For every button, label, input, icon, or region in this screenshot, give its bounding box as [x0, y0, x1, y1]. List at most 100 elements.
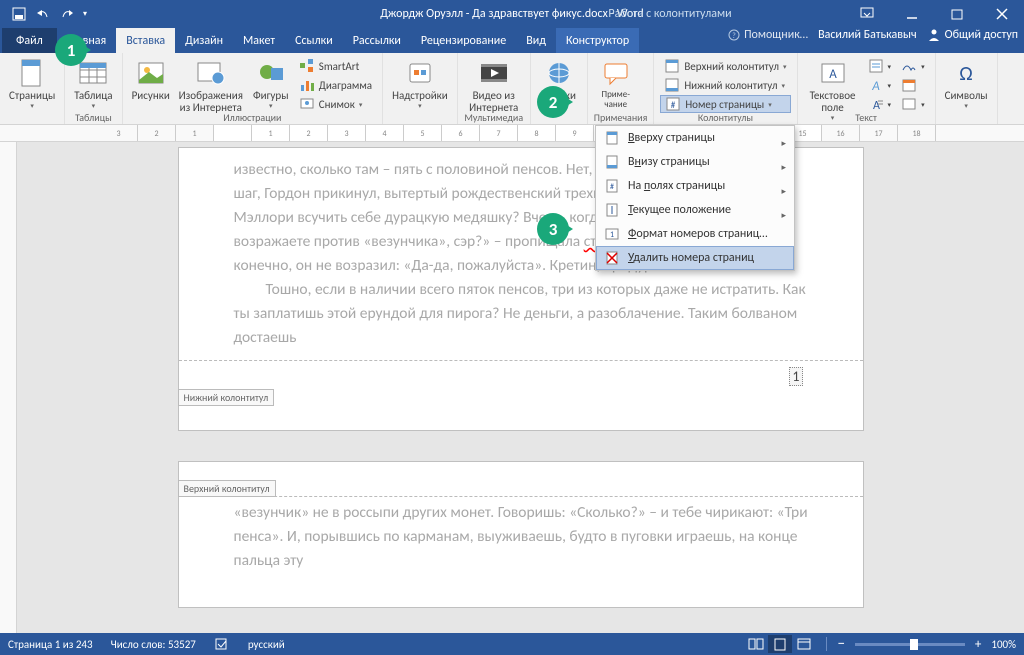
contextual-tab-label: Работа с колонтитулами [570, 7, 770, 21]
tab-layout[interactable]: Макет [233, 28, 285, 53]
zoom-out-icon[interactable]: − [837, 635, 844, 653]
header-area[interactable]: Верхний колонтитул [179, 462, 863, 497]
ruler-horizontal[interactable]: 321123456789101112131415161718 [0, 125, 1024, 142]
object-icon [901, 96, 917, 112]
format-icon: 1 [604, 226, 620, 242]
callout-2: 2 [537, 86, 569, 118]
comment-icon [600, 57, 632, 89]
document-area[interactable]: известно, сколько там – пять с половиной… [17, 142, 1024, 638]
screenshot-icon [299, 96, 315, 112]
menu-current-position[interactable]: Текущее положение [596, 198, 794, 222]
wordart-button[interactable]: A▾ [864, 76, 896, 94]
tab-mailings[interactable]: Рассылки [343, 28, 411, 53]
wordart-icon: A [868, 77, 884, 93]
tab-review[interactable]: Рецензирование [411, 28, 516, 53]
view-buttons [744, 635, 816, 653]
svg-text:1: 1 [610, 230, 614, 240]
zoom-level[interactable]: 100% [991, 638, 1016, 651]
footer-area[interactable]: Нижний колонтитул 1 [179, 360, 863, 405]
svg-text:Ω: Ω [959, 62, 972, 86]
callout-1: 1 [55, 34, 87, 66]
user-name[interactable]: Василий Батькавыч [818, 28, 917, 42]
maximize-icon[interactable] [934, 0, 979, 28]
symbols-button[interactable]: Ω Символы [942, 55, 991, 112]
close-icon[interactable] [979, 0, 1024, 28]
status-words[interactable]: Число слов: 53527 [111, 638, 196, 651]
links-icon [543, 57, 575, 89]
redo-icon[interactable] [60, 7, 74, 21]
tab-constructor[interactable]: Конструктор [556, 28, 639, 53]
status-page[interactable]: Страница 1 из 243 [8, 638, 93, 651]
tab-design[interactable]: Дизайн [175, 28, 233, 53]
status-language[interactable]: русский [248, 638, 285, 651]
addins-icon [404, 57, 436, 89]
shapes-button[interactable]: Фигуры [249, 55, 293, 112]
tab-insert[interactable]: Вставка [116, 28, 175, 53]
pictures-button[interactable]: Рисунки [129, 55, 173, 104]
page-number-icon: # [665, 96, 681, 112]
group-comments-label: Примечания [594, 111, 648, 125]
signature-button[interactable]: ▾ [897, 57, 929, 75]
view-print-icon[interactable] [768, 635, 792, 653]
share-button[interactable]: Общий доступ [927, 28, 1018, 42]
document-text-2[interactable]: «везунчик» не в россыпи других монет. Го… [179, 497, 863, 583]
smartart-button[interactable]: SmartArt [295, 57, 376, 75]
symbols-icon: Ω [950, 57, 982, 89]
comment-button[interactable]: ПримечаниеПриме-чание [594, 55, 638, 112]
datetime-button[interactable] [897, 76, 929, 94]
addins-button[interactable]: Надстройки [389, 55, 451, 112]
minimize-icon[interactable] [889, 0, 934, 28]
view-read-icon[interactable] [744, 635, 768, 653]
svg-text:?: ? [732, 31, 736, 41]
footer-button[interactable]: Нижний колонтитул ▾ [660, 76, 790, 94]
shapes-icon [255, 57, 287, 89]
chart-button[interactable]: Диаграмма [295, 76, 376, 94]
header-label: Верхний колонтитул [178, 480, 276, 497]
quick-parts-icon [868, 58, 884, 74]
tab-file[interactable]: Файл [2, 28, 57, 53]
footer-label: Нижний колонтитул [178, 389, 275, 406]
header-button[interactable]: Верхний колонтитул ▾ [660, 57, 790, 75]
ribbon: Страницы Таблица Таблицы Рисунки Изображ… [0, 53, 1024, 125]
ruler-vertical[interactable] [0, 142, 17, 638]
quick-parts-button[interactable]: ▾ [864, 57, 896, 75]
textbox-icon: A [817, 57, 849, 89]
save-icon[interactable] [12, 7, 26, 21]
tab-view[interactable]: Вид [516, 28, 556, 53]
group-pages: Страницы [0, 53, 65, 124]
page-number-field[interactable]: 1 [789, 367, 802, 386]
undo-icon[interactable] [35, 7, 51, 21]
quick-access-toolbar: ▾ [0, 7, 87, 21]
tell-me[interactable]: ?Помощник… [728, 28, 808, 42]
menu-top-of-page[interactable]: Вверху страницы [596, 126, 794, 150]
smartart-icon [299, 58, 315, 74]
zoom-slider[interactable] [855, 643, 965, 646]
page-number-dropdown: Вверху страницы Внизу страницы #На полях… [595, 125, 795, 271]
view-web-icon[interactable] [792, 635, 816, 653]
signature-icon [901, 58, 917, 74]
menu-remove-numbers[interactable]: Удалить номера страниц [596, 246, 794, 270]
svg-text:#: # [671, 100, 676, 111]
menu-page-margins[interactable]: #На полях страницы [596, 174, 794, 198]
group-media: Видео из Интернета Мультимедиа [458, 53, 531, 124]
ribbon-options-icon[interactable] [844, 0, 889, 28]
page-2: Верхний колонтитул «везунчик» не в россы… [178, 461, 864, 608]
online-pictures-icon [195, 57, 227, 89]
dropcap-icon: A [868, 96, 884, 112]
group-media-label: Мультимедиа [464, 111, 524, 125]
menu-format-numbers[interactable]: 1Формат номеров страниц… [596, 222, 794, 246]
remove-icon [604, 250, 620, 266]
pages-button[interactable]: Страницы [6, 55, 58, 112]
qat-dropdown-icon[interactable]: ▾ [83, 9, 87, 19]
zoom-in-icon[interactable]: + [975, 637, 981, 652]
group-tables-label: Таблицы [71, 111, 115, 125]
tab-references[interactable]: Ссылки [285, 28, 343, 53]
current-position-icon [604, 202, 620, 218]
menu-bottom-of-page[interactable]: Внизу страницы [596, 150, 794, 174]
callout-3: 3 [537, 213, 569, 245]
group-addins: Надстройки [383, 53, 458, 124]
group-headerfooter: Верхний колонтитул ▾ Нижний колонтитул ▾… [654, 53, 797, 124]
online-video-button[interactable]: Видео из Интернета [464, 55, 524, 116]
status-proofing[interactable] [214, 637, 230, 651]
online-pictures-button[interactable]: Изображения из Интернета [175, 55, 247, 116]
